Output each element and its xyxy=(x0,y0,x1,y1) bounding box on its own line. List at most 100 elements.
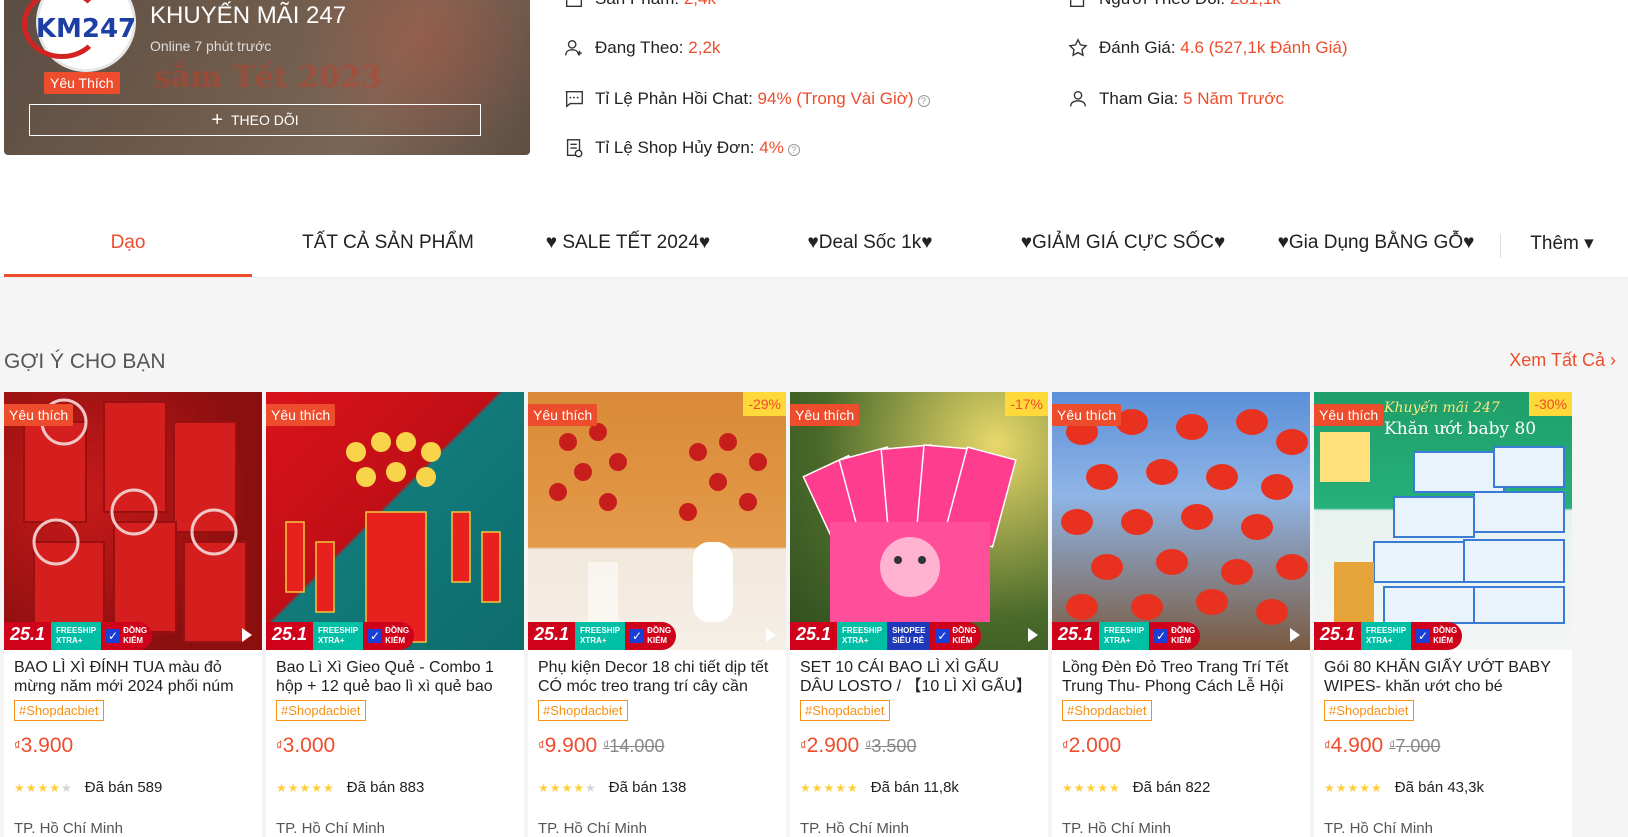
product-name: Phụ kiện Decor 18 chi tiết dịp tết CÓ mó… xyxy=(538,659,769,695)
favorite-badge: Yêu thích xyxy=(1314,404,1384,426)
product-price: ₫3.000 xyxy=(276,734,336,757)
product-card[interactable]: Yêu thích 25.1 FREESHIP XTRA+ ✓ ĐỒNG KIỂM Lồn… xyxy=(1052,392,1310,837)
promo-strip: 25.1 FREESHIP XTRA+ ✓ ĐỒNG KIỂM xyxy=(1052,622,1310,650)
play-icon xyxy=(242,628,252,642)
product-price: ₫3.900 xyxy=(14,734,74,757)
product-card[interactable]: Yêu thích 25.1 FREESHIP XTRA+ ✓ ĐỒNG KIỂM Bao… xyxy=(266,392,524,837)
product-location: TP. Hồ Chí Minh xyxy=(14,820,123,837)
tab-deal-soc[interactable]: ♥Deal Sốc 1k♥ xyxy=(770,232,970,254)
product-name: Gói 80 KHĂN GIẤY ƯỚT BABY WIPES- khăn ướ… xyxy=(1324,659,1551,695)
play-icon xyxy=(1290,628,1300,642)
product-rating: ★★★★★ Đã bán 11,8k xyxy=(800,779,959,796)
tab-all-products[interactable]: TẤT CẢ SẢN PHẨM xyxy=(268,232,508,254)
favorite-badge: Yêu thích xyxy=(790,404,860,426)
product-price: ₫9.900 ₫14.000 xyxy=(538,734,665,757)
discount-badge: -17% xyxy=(1005,392,1048,416)
check-icon: ✓ xyxy=(630,629,645,643)
product-price: ₫2.000 xyxy=(1062,734,1122,757)
product-price: ₫4.900 ₫7.000 xyxy=(1324,734,1441,757)
discount-badge: -29% xyxy=(743,392,786,416)
product-tag: #Shopdacbiet xyxy=(538,700,628,721)
svg-text:Khuyến mãi 247: Khuyến mãi 247 xyxy=(1383,399,1500,416)
product-rating: ★★★★★ Đã bán 883 xyxy=(276,779,425,796)
original-price: ₫7.000 xyxy=(1389,736,1441,756)
favorite-badge: Yêu thích xyxy=(266,404,336,426)
favorite-shop-badge: Yêu Thích xyxy=(44,72,120,94)
product-location: TP. Hồ Chí Minh xyxy=(538,820,647,837)
promo-strip: 25.1 FREESHIP XTRA+ SHOPEE SIÊU RẺ ✓ ĐỒNG KIỂM xyxy=(790,622,1048,650)
tab-dao[interactable]: Dạo xyxy=(4,232,252,254)
product-tag: #Shopdacbiet xyxy=(1062,700,1152,721)
product-image: Yêu thích 25.1 FREESHIP XTRA+ ✓ ĐỒNG KIỂM xyxy=(1052,392,1310,650)
product-rating: ★★★★★ Đã bán 589 xyxy=(14,779,163,796)
product-card[interactable]: Yêu thích -17% 25.1 FREESHIP XTRA+ SHOPEE SI… xyxy=(790,392,1048,837)
stat-chat-response: Tỉ Lệ Phản Hồi Chat: 94% (Trong Vài Giờ)… xyxy=(563,88,930,110)
shop-name: KHUYẾN MÃI 247 xyxy=(150,2,347,29)
help-icon[interactable]: ? xyxy=(787,144,800,156)
discount-badge: -30% xyxy=(1529,392,1572,416)
promo-strip: 25.1 FREESHIP XTRA+ ✓ ĐỒNG KIỂM xyxy=(4,622,262,650)
stat-followers: Người Theo Dõi: 281,1k xyxy=(1067,0,1281,10)
stat-products: Sản Phẩm: 2,4k xyxy=(563,0,716,10)
product-rating: ★★★★★ Đã bán 138 xyxy=(538,779,687,796)
stat-following: Đang Theo: 2,2k xyxy=(563,37,720,59)
rating-stars: ★★★★★ xyxy=(800,780,859,795)
product-image: Yêu thích -29% 25.1 FREESHIP XTRA+ ✓ ĐỒNG KIỂ… xyxy=(528,392,786,650)
product-card[interactable]: Yêu thích 25.1 FREESHIP XTRA+ ✓ ĐỒNG KIỂM BAO… xyxy=(4,392,262,837)
avatar[interactable]: KM247 xyxy=(21,0,140,72)
stat-joined: Tham Gia: 5 Năm Trước xyxy=(1067,88,1284,110)
product-tag: #Shopdacbiet xyxy=(800,700,890,721)
plus-icon: + xyxy=(211,109,223,131)
original-price: ₫14.000 xyxy=(603,736,665,756)
product-location: TP. Hồ Chí Minh xyxy=(1062,820,1171,837)
banner-text: sắm Tết 2023 xyxy=(154,60,382,95)
rating-stars: ★★★★★ xyxy=(276,780,335,795)
star-icon xyxy=(1068,38,1088,57)
play-icon xyxy=(1028,628,1038,642)
shop-tabs: Dạo TẤT CẢ SẢN PHẨM ♥ SALE TẾT 2024♥ ♥De… xyxy=(0,212,1628,278)
shop-logo: KM247 xyxy=(21,0,136,59)
tab-sale-tet[interactable]: ♥ SALE TẾT 2024♥ xyxy=(514,232,742,254)
product-grid: Yêu thích 25.1 FREESHIP XTRA+ ✓ ĐỒNG KIỂM BAO… xyxy=(4,392,1628,837)
rating-stars: ★★★★★ xyxy=(1062,780,1121,795)
favorite-badge: Yêu thích xyxy=(1052,404,1122,426)
rating-stars: ★★★★★ xyxy=(14,780,73,795)
help-icon[interactable]: ? xyxy=(917,95,930,107)
product-location: TP. Hồ Chí Minh xyxy=(1324,820,1433,837)
tab-more[interactable]: Thêm ▾ xyxy=(1512,232,1612,255)
check-icon: ✓ xyxy=(1154,629,1169,643)
tab-divider xyxy=(1500,234,1501,258)
favorite-badge: Yêu thích xyxy=(528,404,598,426)
tab-giam-gia[interactable]: ♥GIẢM GIÁ CỰC SỐC♥ xyxy=(1008,232,1238,254)
product-name: BAO LÌ XÌ ĐÍNH TUA màu đỏ mừng năm mới 2… xyxy=(14,659,234,695)
rating-stars: ★★★★★ xyxy=(538,780,597,795)
product-tag: #Shopdacbiet xyxy=(276,700,366,721)
favorite-badge: Yêu thích xyxy=(4,404,74,426)
promo-strip: 25.1 FREESHIP XTRA+ ✓ ĐỒNG KIỂM xyxy=(1314,622,1572,650)
product-image: Khuyến mãi 247 Khăn ướt baby 80 Yêu thíc… xyxy=(1314,392,1572,650)
store-icon xyxy=(565,0,583,8)
check-icon: ✓ xyxy=(368,629,383,643)
shop-header: sắm Tết 2023 KM247 Yêu Thích KHUYẾN MÃI … xyxy=(0,0,1628,278)
stat-rating: Đánh Giá: 4.6 (527,1k Đánh Giá) xyxy=(1067,37,1348,59)
shop-card: sắm Tết 2023 KM247 Yêu Thích KHUYẾN MÃI … xyxy=(4,0,530,155)
user-icon xyxy=(1069,90,1087,107)
follow-button[interactable]: + THEO DÕI xyxy=(29,104,481,136)
product-image: Yêu thích 25.1 FREESHIP XTRA+ ✓ ĐỒNG KIỂM xyxy=(4,392,262,650)
product-location: TP. Hồ Chí Minh xyxy=(800,820,909,837)
product-tag: #Shopdacbiet xyxy=(1324,700,1414,721)
check-icon: ✓ xyxy=(935,629,950,643)
play-icon xyxy=(766,628,776,642)
order-cancel-icon xyxy=(566,139,583,158)
see-all-link[interactable]: Xem Tất Cả › xyxy=(1509,350,1616,371)
product-card[interactable]: Yêu thích -29% 25.1 FREESHIP XTRA+ ✓ ĐỒNG KIỂ… xyxy=(528,392,786,837)
tab-gia-dung[interactable]: ♥Gia Dụng BẰNG GỖ♥ xyxy=(1258,232,1494,254)
section-title: GỢI Ý CHO BẠN xyxy=(4,350,166,373)
product-name: Lồng Đèn Đỏ Treo Trang Trí Tết Trung Thu… xyxy=(1062,659,1289,695)
original-price: ₫3.500 xyxy=(865,736,917,756)
rating-stars: ★★★★★ xyxy=(1324,780,1383,795)
product-price: ₫2.900 ₫3.500 xyxy=(800,734,917,757)
product-image: Yêu thích 25.1 FREESHIP XTRA+ ✓ ĐỒNG KIỂM xyxy=(266,392,524,650)
product-location: TP. Hồ Chí Minh xyxy=(276,820,385,837)
product-card[interactable]: Khuyến mãi 247 Khăn ướt baby 80 Yêu thíc… xyxy=(1314,392,1572,837)
